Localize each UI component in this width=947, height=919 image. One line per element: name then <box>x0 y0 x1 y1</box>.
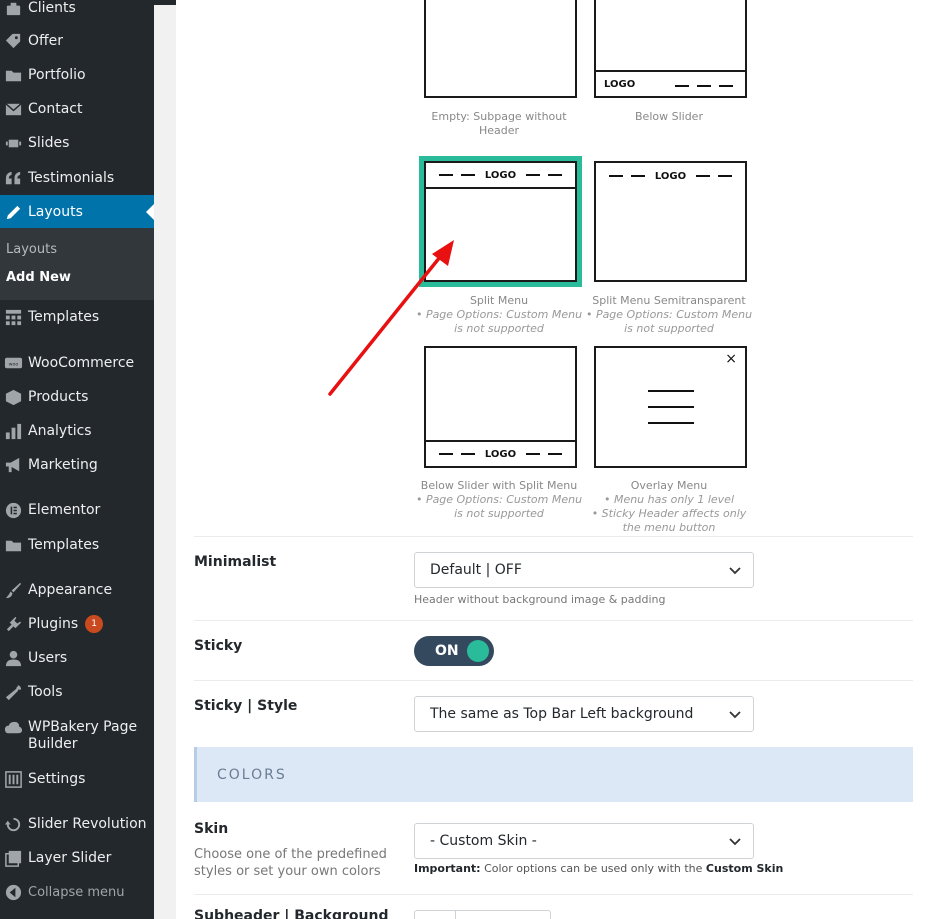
sidebar-item-appearance[interactable]: Appearance <box>0 573 154 607</box>
submenu-item-add-new[interactable]: Add New <box>6 270 71 285</box>
row-divider <box>194 680 913 681</box>
submenu-item-layouts[interactable]: Layouts <box>6 242 57 257</box>
wrench-icon <box>0 683 28 702</box>
minimalist-help: Header without background image & paddin… <box>414 593 666 606</box>
minimalist-label: Minimalist <box>194 554 277 570</box>
sidebar-item-tools[interactable]: Tools <box>0 675 154 709</box>
sidebar-item-plugins[interactable]: Plugins 1 <box>0 607 154 641</box>
folder-icon <box>0 536 28 555</box>
sidebar-item-woocommerce[interactable]: woo WooCommerce <box>0 346 154 380</box>
slides-icon <box>0 134 28 153</box>
header-option-split-menu-semitransparent[interactable]: LOGO <box>594 161 747 282</box>
megaphone-icon <box>0 456 28 475</box>
subheader-background-label: Subheader | Background <box>194 908 389 919</box>
skin-label: Skin <box>194 821 229 837</box>
chevron-down-icon <box>729 567 741 575</box>
settings-icon <box>0 770 28 789</box>
plugins-update-badge: 1 <box>85 615 104 633</box>
layers-icon <box>0 849 28 868</box>
sidebar-item-contact[interactable]: Contact <box>0 92 154 126</box>
tag-icon <box>0 32 28 51</box>
skin-description: Choose one of the predefined styles or s… <box>194 847 387 879</box>
admin-sidebar: Clients Offer Portfolio Contact Slides T… <box>0 0 154 919</box>
sticky-style-select[interactable]: The same as Top Bar Left background <box>414 696 754 732</box>
grid-icon <box>0 308 28 327</box>
menu-dashes <box>671 79 737 90</box>
hamburger-icon <box>648 390 694 424</box>
sidebar-item-marketing[interactable]: Marketing <box>0 448 154 482</box>
close-icon: × <box>725 351 737 367</box>
thumb-header-bar: LOGO <box>596 70 745 96</box>
minimalist-select[interactable]: Default | OFF <box>414 552 754 588</box>
header-option-caption: Overlay Menu • Menu has only 1 level • S… <box>591 479 747 534</box>
skin-select[interactable]: - Custom Skin - <box>414 823 754 859</box>
header-option-caption: Below Slider with Split Menu • Page Opti… <box>415 479 583 520</box>
plug-icon <box>0 615 28 634</box>
collapse-arrow-icon <box>0 883 28 902</box>
skin-help: Important: Color options can be used onl… <box>414 862 784 875</box>
sidebar-item-settings[interactable]: Settings <box>0 762 154 796</box>
sticky-style-label: Sticky | Style <box>194 698 298 714</box>
header-option-caption: Empty: Subpage without Header <box>431 110 567 137</box>
header-option-caption: Split Menu Semitransparent • Page Option… <box>585 294 753 335</box>
thumb-header-bar: LOGO <box>426 440 575 466</box>
sticky-label: Sticky <box>194 638 243 654</box>
sidebar-item-elementor-templates[interactable]: Templates <box>0 528 154 562</box>
folder-icon <box>0 66 28 85</box>
box-icon <box>0 388 28 407</box>
row-divider <box>194 894 913 895</box>
sidebar-item-offer[interactable]: Offer <box>0 24 154 58</box>
chevron-down-icon <box>729 711 741 719</box>
sidebar-item-testimonials[interactable]: Testimonials <box>0 161 154 195</box>
sidebar-item-products[interactable]: Products <box>0 380 154 414</box>
row-divider <box>194 620 913 621</box>
pencil-icon <box>0 203 28 222</box>
toggle-knob <box>467 640 489 662</box>
refresh-icon <box>0 815 28 834</box>
sidebar-item-wpbakery[interactable]: WPBakery Page Builder <box>0 711 154 761</box>
clients-icon <box>0 0 28 18</box>
brush-icon <box>0 581 28 600</box>
sidebar-item-layouts[interactable]: Layouts <box>0 195 154 229</box>
header-option-below-slider[interactable]: LOGO <box>594 0 747 98</box>
sidebar-item-slides[interactable]: Slides <box>0 126 154 160</box>
thumb-header-bar: LOGO <box>426 163 575 189</box>
sidebar-item-layer-slider[interactable]: Layer Slider <box>0 841 154 875</box>
envelope-icon <box>0 100 28 119</box>
layouts-submenu: Layouts Add New <box>0 228 154 300</box>
row-divider <box>194 536 913 537</box>
collapse-menu-button[interactable]: Collapse menu <box>0 875 154 909</box>
colors-section-header: COLORS <box>194 747 913 802</box>
sticky-toggle[interactable]: ON <box>414 636 494 666</box>
sidebar-item-slider-revolution[interactable]: Slider Revolution <box>0 807 154 841</box>
cloud-icon <box>0 719 28 738</box>
header-option-overlay-menu[interactable]: × <box>594 346 747 468</box>
chevron-down-icon <box>729 838 741 846</box>
svg-text:woo: woo <box>8 362 18 367</box>
sidebar-item-elementor[interactable]: Elementor <box>0 493 154 527</box>
user-icon <box>0 649 28 668</box>
sidebar-item-portfolio[interactable]: Portfolio <box>0 58 154 92</box>
sidebar-item-clients[interactable]: Clients <box>0 0 154 25</box>
elementor-icon <box>0 501 28 520</box>
thumb-header-bar: LOGO <box>596 163 745 189</box>
subheader-background-picker[interactable] <box>414 910 551 919</box>
quote-icon <box>0 169 28 188</box>
bar-chart-icon <box>0 422 28 441</box>
annotation-arrow <box>328 240 454 396</box>
sidebar-item-analytics[interactable]: Analytics <box>0 414 154 448</box>
sidebar-item-users[interactable]: Users <box>0 641 154 675</box>
header-option-caption: Below Slider <box>635 110 703 123</box>
header-option-empty[interactable] <box>424 0 577 98</box>
sidebar-item-templates[interactable]: Templates <box>0 300 154 334</box>
woo-icon: woo <box>0 354 28 373</box>
